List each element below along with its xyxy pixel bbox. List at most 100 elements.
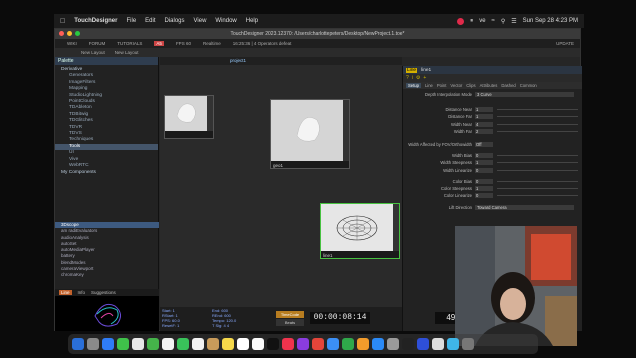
- tv-icon[interactable]: [267, 338, 279, 350]
- maps-icon[interactable]: [147, 338, 159, 350]
- param-slider[interactable]: [497, 109, 578, 111]
- network-editor[interactable]: project1 geo1 line1: [160, 57, 402, 307]
- zoom-window-button[interactable]: [75, 31, 80, 36]
- notes-icon[interactable]: [222, 338, 234, 350]
- param-value[interactable]: 1: [475, 160, 493, 166]
- param-value[interactable]: 0: [475, 153, 493, 159]
- tab-new-layout-2[interactable]: New Layout: [115, 50, 139, 55]
- freeform-icon[interactable]: [252, 338, 264, 350]
- search-icon[interactable]: ⚲: [501, 18, 505, 25]
- tree-item[interactable]: My Components: [55, 170, 158, 176]
- list-item[interactable]: chromaKey: [55, 272, 159, 278]
- mail-icon[interactable]: [132, 338, 144, 350]
- timecode-toggle[interactable]: TimeCode: [276, 311, 304, 318]
- param-value[interactable]: 4: [475, 121, 493, 127]
- news-icon[interactable]: [312, 338, 324, 350]
- tab-common[interactable]: Common: [520, 83, 537, 88]
- menu-view[interactable]: View: [194, 18, 207, 24]
- tab-vector[interactable]: Vector: [450, 83, 462, 88]
- app-store-icon[interactable]: [372, 338, 384, 350]
- param-value[interactable]: 0: [475, 178, 493, 184]
- node-geo1[interactable]: geo1: [270, 99, 350, 169]
- podcasts-icon[interactable]: [297, 338, 309, 350]
- keynote-icon[interactable]: [327, 338, 339, 350]
- timecode-display[interactable]: 00:00:08:14: [310, 312, 370, 324]
- clock[interactable]: Sun Sep 28 4:23 PM: [523, 18, 578, 24]
- system-settings-icon[interactable]: [387, 338, 399, 350]
- vlc-icon[interactable]: [432, 338, 444, 350]
- param-value[interactable]: 2: [475, 128, 493, 134]
- forum-link[interactable]: FORUM: [89, 41, 106, 46]
- param-slider[interactable]: [497, 123, 578, 125]
- pages-icon[interactable]: [357, 338, 369, 350]
- tab-dashed[interactable]: Dashed: [501, 83, 515, 88]
- beats-toggle[interactable]: Beats: [276, 319, 304, 326]
- realtime-toggle[interactable]: Realtime: [203, 41, 221, 46]
- param-slider[interactable]: [497, 155, 578, 157]
- reminders-icon[interactable]: [237, 338, 249, 350]
- wiki-link[interactable]: WIKI: [67, 41, 77, 46]
- param-slider[interactable]: [497, 130, 578, 132]
- param-value[interactable]: 1: [475, 114, 493, 120]
- param-slider[interactable]: [497, 162, 578, 164]
- touchdesigner-icon[interactable]: [402, 338, 414, 350]
- finder-icon[interactable]: [72, 338, 84, 350]
- menu-file[interactable]: File: [126, 18, 136, 24]
- messages-icon[interactable]: [117, 338, 129, 350]
- launchpad-icon[interactable]: [87, 338, 99, 350]
- tab-new-layout-1[interactable]: New Layout: [81, 50, 105, 55]
- add-icon[interactable]: +: [423, 75, 426, 81]
- update-button[interactable]: UPDATE: [556, 41, 574, 46]
- numbers-icon[interactable]: [342, 338, 354, 350]
- param-slider[interactable]: [497, 180, 578, 182]
- apple-icon[interactable]: : [60, 18, 65, 25]
- param-value[interactable]: 1: [475, 185, 493, 191]
- tab-info[interactable]: Info: [78, 290, 86, 295]
- param-slider[interactable]: [497, 187, 578, 189]
- param-value[interactable]: 0: [475, 167, 493, 173]
- wifi-icon[interactable]: ≈: [492, 18, 495, 24]
- param-value[interactable]: 0: [475, 193, 493, 199]
- menu-dialogs[interactable]: Dialogs: [165, 18, 185, 24]
- param-dropdown[interactable]: 3 Curve: [475, 92, 574, 98]
- minimize-window-button[interactable]: [67, 31, 72, 36]
- tab-attributes[interactable]: Attributes: [480, 83, 498, 88]
- music-icon[interactable]: [282, 338, 294, 350]
- tab-line[interactable]: Line: [59, 290, 72, 295]
- info-icon[interactable]: i: [412, 75, 413, 81]
- op-name[interactable]: line1: [421, 68, 431, 73]
- folder-icon[interactable]: [447, 338, 459, 350]
- param-slider[interactable]: [497, 195, 578, 197]
- param-toggle[interactable]: Off: [475, 142, 493, 148]
- tab-line[interactable]: Line: [425, 83, 433, 88]
- zoom-app-icon[interactable]: [417, 338, 429, 350]
- tutorials-link[interactable]: TUTORIALS: [117, 41, 142, 46]
- menu-window[interactable]: Window: [215, 18, 236, 24]
- param-slider[interactable]: [497, 169, 578, 171]
- tab-point[interactable]: Point: [437, 83, 447, 88]
- contacts-icon[interactable]: [207, 338, 219, 350]
- menu-help[interactable]: Help: [246, 18, 258, 24]
- record-icon[interactable]: [457, 17, 465, 25]
- help-icon[interactable]: ?: [406, 75, 409, 81]
- safari-icon[interactable]: [102, 338, 114, 350]
- control-center-icon[interactable]: ☰: [511, 18, 516, 25]
- status-text[interactable]: ve: [479, 18, 485, 24]
- menu-edit[interactable]: Edit: [145, 18, 155, 24]
- node-line1[interactable]: line1: [320, 203, 400, 259]
- facetime-icon[interactable]: [177, 338, 189, 350]
- pause-icon[interactable]: ⏸: [470, 18, 473, 25]
- tab-suggestions[interactable]: Suggestions: [91, 290, 116, 295]
- app-menu[interactable]: TouchDesigner: [74, 18, 117, 24]
- param-dropdown[interactable]: Toward Camera: [475, 205, 574, 211]
- node-render[interactable]: [164, 95, 214, 139]
- photos-icon[interactable]: [162, 338, 174, 350]
- close-window-button[interactable]: [59, 31, 64, 36]
- param-value[interactable]: 1: [475, 107, 493, 113]
- tab-setup[interactable]: Setup: [406, 83, 421, 88]
- trash-icon[interactable]: [462, 338, 474, 350]
- calendar-icon[interactable]: [192, 338, 204, 350]
- param-slider[interactable]: [497, 116, 578, 118]
- gear-icon[interactable]: ⚙: [416, 75, 420, 81]
- alert-badge[interactable]: A5: [154, 41, 164, 46]
